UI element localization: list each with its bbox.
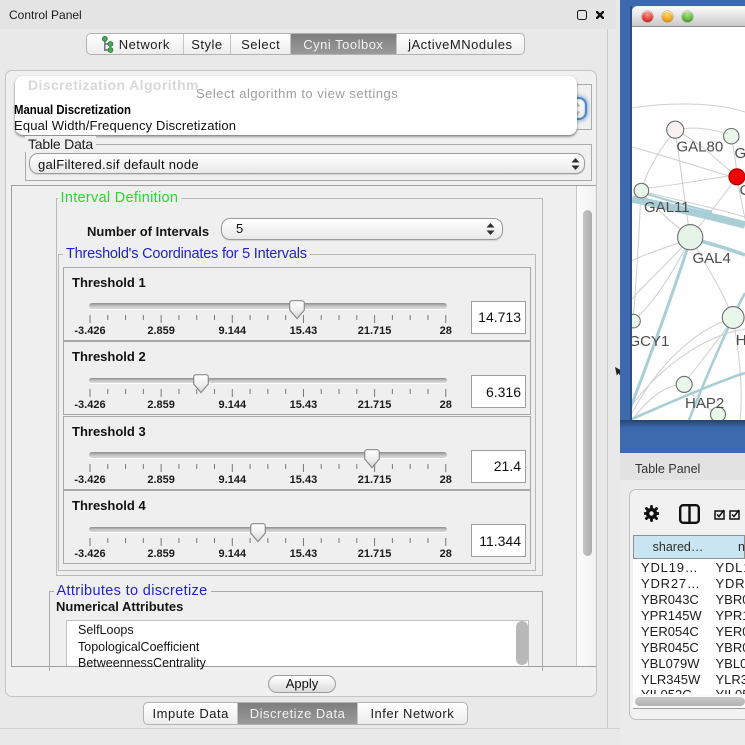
svg-text:GA: GA [735, 145, 745, 162]
svg-text:GAL11: GAL11 [644, 199, 690, 216]
svg-text:GAL80: GAL80 [677, 139, 724, 156]
svg-text:C: C [740, 182, 745, 199]
svg-text:H: H [736, 332, 745, 349]
svg-text:GCY1: GCY1 [632, 333, 669, 350]
svg-text:GAL4: GAL4 [693, 250, 731, 267]
svg-text:HAP2: HAP2 [685, 395, 724, 412]
